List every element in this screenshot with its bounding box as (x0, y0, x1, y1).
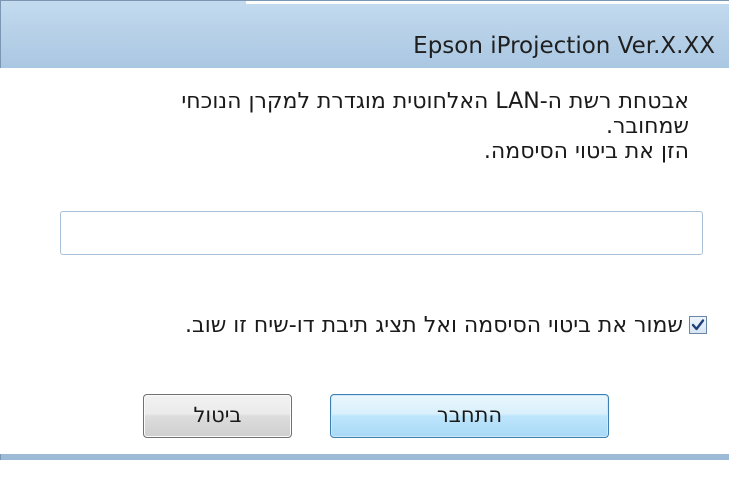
message-line-1: אבטחת רשת ה-LAN האלחוטית מוגדרת למקרן הנ… (181, 89, 689, 114)
window-frame-bottom (0, 454, 729, 460)
save-passphrase-checkbox[interactable] (689, 316, 707, 334)
title-bar-edge (246, 1, 729, 4)
window-title: Epson iProjection Ver.X.XX (413, 33, 715, 59)
save-passphrase-label: שמור את ביטוי הסיסמה ואל תציג תיבת דו-שי… (184, 312, 683, 338)
passphrase-input[interactable] (60, 211, 703, 255)
title-bar: Epson iProjection Ver.X.XX (0, 0, 729, 68)
save-passphrase-option[interactable]: שמור את ביטוי הסיסמה ואל תציג תיבת דו-שי… (185, 311, 707, 339)
message-line-2: שמחובר. (605, 114, 689, 139)
dialog-window: Epson iProjection Ver.X.XX אבטחת רשת ה-L… (0, 0, 729, 479)
cancel-button[interactable]: ביטול (143, 394, 292, 438)
message-line-3: הזן את ביטוי הסיסמה. (483, 139, 689, 164)
connect-button[interactable]: התחבר (330, 394, 609, 438)
checkmark-icon (691, 319, 705, 331)
instruction-message: אבטחת רשת ה-LAN האלחוטית מוגדרת למקרן הנ… (49, 89, 689, 164)
